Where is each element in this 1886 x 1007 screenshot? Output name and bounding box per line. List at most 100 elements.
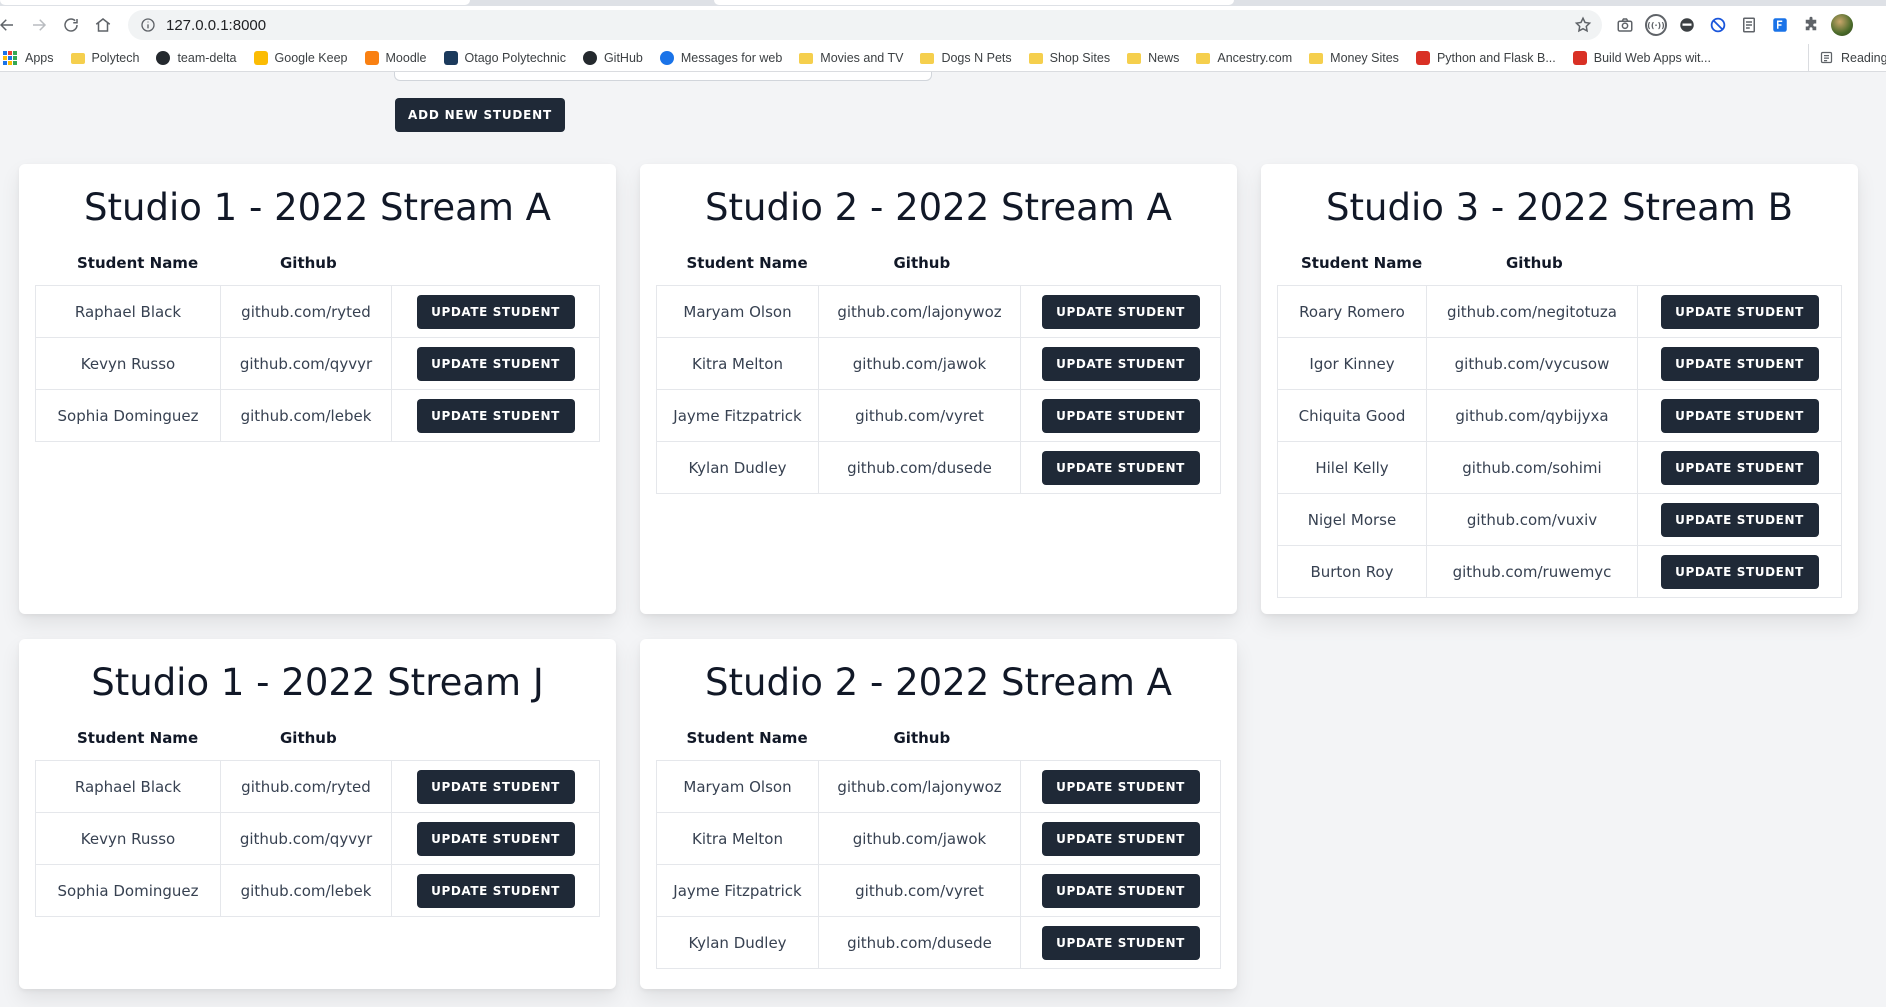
table-row: Kylan Dudley github.com/dusede UPDATE STUD… <box>657 917 1220 968</box>
bookmark-item[interactable]: Movies and TV <box>799 51 903 65</box>
action-cell: UPDATE STUDENT <box>1637 546 1841 597</box>
star-icon[interactable] <box>1574 16 1592 34</box>
arrow-right-icon <box>33 19 47 31</box>
bookmark-item[interactable]: Google Keep <box>253 50 348 65</box>
github-cell: github.com/sohimi <box>1426 442 1637 493</box>
bookmark-label: Ancestry.com <box>1217 50 1293 65</box>
action-cell: UPDATE STUDENT <box>1020 286 1220 337</box>
update-student-button[interactable]: UPDATE STUDENT <box>416 769 575 804</box>
browser-tab[interactable] <box>0 0 470 5</box>
studio-card: Studio 2 - 2022 Stream A Student Name Gith… <box>640 639 1237 989</box>
spy-extension-icon[interactable] <box>1676 14 1698 36</box>
bookmark-item[interactable]: Polytech <box>70 51 139 65</box>
action-cell: UPDATE STUDENT <box>1020 865 1220 916</box>
bookmark-label: team-delta <box>177 50 237 65</box>
update-student-button[interactable]: UPDATE STUDENT <box>416 821 575 856</box>
student-form-input[interactable] <box>394 72 932 81</box>
table-row: Maryam Olson github.com/lajonywoz UPDATE S… <box>657 286 1220 338</box>
update-student-button[interactable]: UPDATE STUDENT <box>1041 398 1200 433</box>
update-student-button[interactable]: UPDATE STUDENT <box>1660 554 1819 589</box>
profile-avatar[interactable] <box>1831 14 1853 36</box>
bookmark-item[interactable]: Shop Sites <box>1028 51 1110 65</box>
student-name-cell: Jayme Fitzpatrick <box>673 406 802 425</box>
bookmark-item[interactable]: team-delta <box>156 50 237 65</box>
update-student-button[interactable]: UPDATE STUDENT <box>1041 925 1200 960</box>
action-cell: UPDATE STUDENT <box>1020 390 1220 441</box>
reload-button[interactable] <box>56 10 86 40</box>
column-header-student-name: Student Name <box>77 729 199 747</box>
update-student-button[interactable]: UPDATE STUDENT <box>1660 294 1819 329</box>
back-button[interactable] <box>0 10 22 40</box>
github-cell: github.com/ruwemyc <box>1426 546 1637 597</box>
bookmark-item[interactable]: Moodle <box>364 50 427 65</box>
folder-icon <box>1309 52 1324 64</box>
student-name-cell: Kylan Dudley <box>688 458 787 477</box>
update-student-button[interactable]: UPDATE STUDENT <box>1041 769 1200 804</box>
camera-icon[interactable] <box>1614 14 1636 36</box>
update-student-button[interactable]: UPDATE STUDENT <box>1041 346 1200 381</box>
student-name-cell: Kitra Melton <box>692 354 783 373</box>
update-student-button[interactable]: UPDATE STUDENT <box>1041 294 1200 329</box>
update-student-button[interactable]: UPDATE STUDENT <box>1041 873 1200 908</box>
table-row: Igor Kinney github.com/vycusow UPDATE STUD… <box>1278 338 1841 390</box>
block-icon[interactable] <box>1707 14 1729 36</box>
student-name-cell: Nigel Morse <box>1307 510 1397 529</box>
bookmark-item[interactable]: Apps <box>0 50 54 65</box>
folder-icon <box>1196 52 1211 64</box>
column-header-student-name: Student Name <box>77 254 199 272</box>
table-row: Maryam Olson github.com/lajonywoz UPDATE S… <box>657 761 1220 813</box>
puzzle-icon[interactable] <box>1800 14 1822 36</box>
update-student-button[interactable]: UPDATE STUDENT <box>1660 502 1819 537</box>
reader-icon[interactable] <box>1738 14 1760 36</box>
action-cell: UPDATE STUDENT <box>1637 286 1841 337</box>
url-text[interactable]: 127.0.0.1:8000 <box>166 17 266 34</box>
table-row: Kevyn Russo github.com/qyvyr UPDATE STUDEN… <box>36 813 599 865</box>
student-name-cell: Roary Romero <box>1299 302 1405 321</box>
add-new-student-button[interactable]: ADD NEW STUDENT <box>395 98 565 132</box>
reading-list-button[interactable]: Reading list <box>1808 44 1886 71</box>
action-cell: UPDATE STUDENT <box>1637 442 1841 493</box>
update-student-button[interactable]: UPDATE STUDENT <box>416 346 575 381</box>
bookmark-item[interactable]: News <box>1127 51 1179 65</box>
student-name-cell: Jayme Fitzpatrick <box>673 881 802 900</box>
column-header-student-name: Student Name <box>686 729 808 747</box>
reload-icon <box>64 18 78 32</box>
update-student-button[interactable]: UPDATE STUDENT <box>416 398 575 433</box>
update-student-button[interactable]: UPDATE STUDENT <box>1660 398 1819 433</box>
folder-icon <box>70 52 85 64</box>
student-name-cell: Igor Kinney <box>1309 354 1395 373</box>
github-cell: github.com/qyvyr <box>220 338 391 389</box>
bookmark-item[interactable]: Money Sites <box>1309 51 1399 65</box>
table-row: Kevyn Russo github.com/qyvyr UPDATE STUDEN… <box>36 338 599 390</box>
table-header: Student Name Github <box>658 729 1219 751</box>
cast-extension-icon[interactable]: ((·)) <box>1645 14 1667 36</box>
bookmark-item[interactable]: Ancestry.com <box>1196 51 1292 65</box>
font-extension-icon[interactable] <box>1769 14 1791 36</box>
update-student-button[interactable]: UPDATE STUDENT <box>1660 346 1819 381</box>
otago-icon <box>443 50 458 65</box>
update-student-button[interactable]: UPDATE STUDENT <box>1041 821 1200 856</box>
bookmark-item[interactable]: Python and Flask B... <box>1415 50 1556 65</box>
forward-button[interactable] <box>24 10 54 40</box>
info-icon[interactable] <box>140 17 156 33</box>
student-table: Raphael Black github.com/ryted UPDATE STUD… <box>35 285 600 442</box>
browser-tab[interactable] <box>714 0 1234 5</box>
bookmark-item[interactable]: GitHub <box>582 50 643 65</box>
column-header-github: Github <box>280 254 337 272</box>
bookmarks-bar: Apps Polytech team-delta Google Keep Moodle O… <box>0 44 1886 72</box>
bookmark-item[interactable]: Build Web Apps wit... <box>1572 50 1711 65</box>
update-student-button[interactable]: UPDATE STUDENT <box>416 873 575 908</box>
bookmark-item[interactable]: Dogs N Pets <box>920 50 1012 65</box>
address-bar[interactable]: 127.0.0.1:8000 <box>128 10 1602 40</box>
student-name-cell: Sophia Dominguez <box>57 406 199 425</box>
bookmark-item[interactable]: Otago Polytechnic <box>443 50 566 65</box>
action-cell: UPDATE STUDENT <box>391 390 599 441</box>
bookmark-label: Money Sites <box>1330 50 1399 65</box>
update-student-button[interactable]: UPDATE STUDENT <box>1041 450 1200 485</box>
bookmark-label: Dogs N Pets <box>941 50 1012 65</box>
student-name-cell: Chiquita Good <box>1298 406 1406 425</box>
home-button[interactable] <box>88 10 118 40</box>
update-student-button[interactable]: UPDATE STUDENT <box>1660 450 1819 485</box>
bookmark-item[interactable]: Messages for web <box>659 50 782 65</box>
update-student-button[interactable]: UPDATE STUDENT <box>416 294 575 329</box>
